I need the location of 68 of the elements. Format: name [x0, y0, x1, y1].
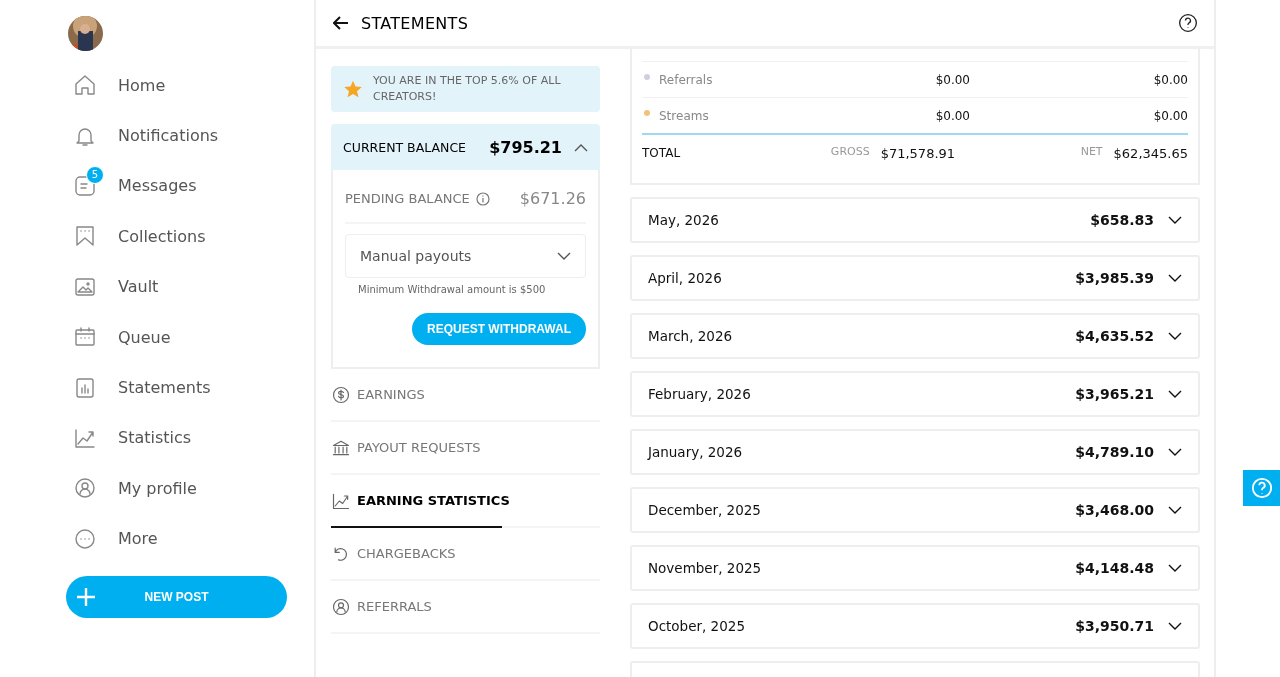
- gross-amount: $71,578.91: [880, 145, 956, 161]
- chevron-icon[interactable]: [1168, 563, 1182, 573]
- balance-header[interactable]: CURRENT BALANCE $795.21: [331, 124, 600, 170]
- section-tab[interactable]: CHARGEBACKS: [331, 528, 600, 581]
- gross-label: GROSS: [830, 144, 870, 158]
- nav-item[interactable]: Collections: [66, 211, 314, 262]
- nav-item[interactable]: Vault: [66, 261, 314, 312]
- row-label: Referrals: [659, 72, 714, 87]
- pending-label: PENDING BALANCE: [345, 191, 470, 206]
- help-icon[interactable]: [1178, 13, 1198, 33]
- section-tab[interactable]: EARNING STATISTICS: [331, 475, 600, 528]
- help-icon: [1250, 477, 1273, 499]
- pending-amount: $671.26: [519, 189, 586, 208]
- nav-item[interactable]: 5 Messages: [66, 160, 314, 212]
- count-badge: 5: [86, 165, 104, 184]
- home-icon: [73, 73, 97, 98]
- month-row[interactable]: March, 2026 $4,635.52: [630, 313, 1200, 359]
- amount: $0.00: [934, 108, 970, 123]
- section-tab[interactable]: PAYOUT REQUESTS: [331, 422, 600, 475]
- month-row[interactable]: April, 2026 $3,985.39: [630, 255, 1200, 301]
- back-arrow-icon[interactable]: [333, 16, 349, 30]
- amount: $0.00: [934, 72, 970, 87]
- page-title: STATEMENTS: [361, 13, 470, 33]
- avatar[interactable]: [68, 16, 103, 51]
- info-icon: [475, 191, 490, 206]
- hint-text: Minimum Withdrawal amount is $500: [357, 283, 547, 295]
- payout-select[interactable]: Manual payouts: [345, 234, 586, 278]
- nav-item[interactable]: Queue: [66, 311, 314, 363]
- bookmark-icon: [73, 224, 97, 249]
- chevron-icon[interactable]: [1168, 389, 1182, 399]
- month-row[interactable]: January, 2026 $4,789.10: [630, 429, 1200, 475]
- user-icon: [331, 596, 351, 617]
- total-label: TOTAL: [642, 146, 682, 160]
- nav-item[interactable]: My profile: [66, 463, 314, 514]
- plus-icon: [76, 586, 96, 607]
- chevron-icon[interactable]: [1168, 505, 1182, 515]
- month-row[interactable]: May, 2026 $658.83: [630, 197, 1200, 243]
- month-row[interactable]: November, 2025 $4,148.48: [630, 545, 1200, 591]
- notice-text: YOU ARE IN THE TOP 5.6% OF ALL CREATORS!: [373, 73, 562, 105]
- nav-item[interactable]: Home: [66, 60, 314, 111]
- nav-item[interactable]: More: [66, 513, 314, 564]
- row-label: Streams: [659, 108, 710, 123]
- nav-item[interactable]: Statements: [66, 362, 314, 413]
- more-icon: [73, 526, 97, 551]
- section-tab[interactable]: EARNINGS: [331, 369, 600, 422]
- star-icon: [343, 79, 363, 99]
- chevron-icon[interactable]: [1168, 215, 1182, 225]
- month-row[interactable]: October, 2025 $3,950.71: [630, 603, 1200, 649]
- chevron-icon[interactable]: [1168, 331, 1182, 341]
- bar-chart-icon: [73, 375, 97, 400]
- amount: $0.00: [1152, 108, 1188, 123]
- balance-label: CURRENT BALANCE: [343, 139, 467, 155]
- section-tab[interactable]: REFERRALS: [331, 581, 600, 634]
- net-amount: $62,345.65: [1113, 145, 1188, 161]
- balance-amount: $795.21: [489, 137, 562, 157]
- amount: $0.00: [1152, 72, 1188, 87]
- chevron-icon[interactable]: [1168, 273, 1182, 283]
- net-label: NET: [1080, 144, 1103, 158]
- chevron-icon[interactable]: [574, 142, 588, 152]
- chevron-icon[interactable]: [1168, 447, 1182, 457]
- dollar-icon: [331, 384, 351, 405]
- chevron-icon[interactable]: [1168, 621, 1182, 631]
- nav-item[interactable]: Statistics: [66, 412, 314, 464]
- month-row[interactable]: February, 2026 $3,965.21: [630, 371, 1200, 417]
- chevron-icon[interactable]: [557, 251, 571, 261]
- nav-item[interactable]: Notifications: [66, 110, 314, 161]
- user-icon: [73, 476, 97, 501]
- month-row[interactable]: December, 2025 $3,468.00: [630, 487, 1200, 533]
